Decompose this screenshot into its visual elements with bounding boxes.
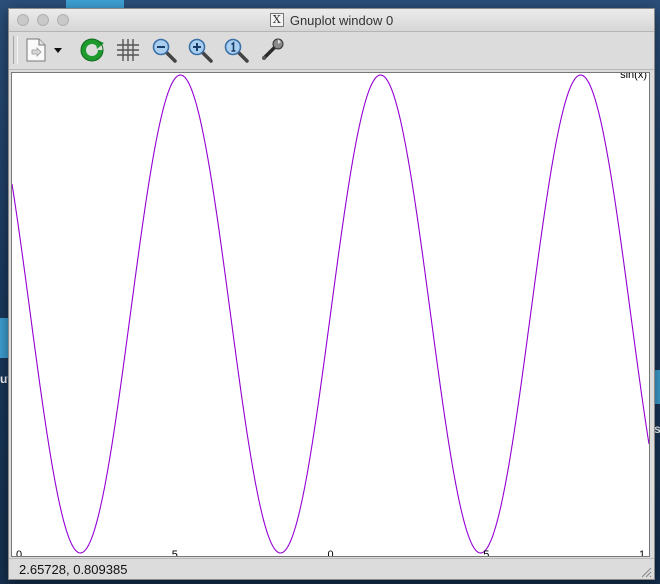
resize-grip-icon[interactable] <box>640 566 652 578</box>
x-tick-label: 0 <box>16 549 22 556</box>
export-button[interactable] <box>21 36 51 64</box>
plot-svg: 0 5 0 5 1 sin(x) <box>12 73 649 556</box>
zoom-reset-icon <box>224 38 249 63</box>
x-tick-label: 1 <box>639 549 645 556</box>
x-tick-label: 5 <box>172 549 178 556</box>
export-menu-arrow[interactable] <box>51 36 65 64</box>
x11-app-icon: X <box>269 13 284 27</box>
zoom-in-icon <box>188 38 213 63</box>
replot-button[interactable] <box>77 36 107 64</box>
grid-icon <box>117 39 139 61</box>
triangle-down-icon <box>54 48 62 53</box>
export-page-icon <box>26 38 46 62</box>
title-group: X Gnuplot window 0 <box>9 9 654 31</box>
zoom-previous-button[interactable] <box>149 36 179 64</box>
title-bar[interactable]: X Gnuplot window 0 <box>9 9 654 32</box>
autoscale-button[interactable] <box>221 36 251 64</box>
plot-canvas[interactable]: 0 5 0 5 1 sin(x) <box>11 72 650 557</box>
status-bar: 2.65728, 0.809385 <box>9 558 654 579</box>
toolbar-grip[interactable] <box>13 36 18 64</box>
grid-button[interactable] <box>113 36 143 64</box>
toolbar <box>9 32 654 70</box>
refresh-icon <box>80 38 105 62</box>
zoom-out-icon <box>152 38 177 63</box>
x-tick-label: 5 <box>483 549 489 556</box>
settings-button[interactable] <box>257 36 287 64</box>
desktop-dock-strip <box>66 0 124 8</box>
desktop-side-strip <box>0 318 8 358</box>
mouse-coordinates: 2.65728, 0.809385 <box>19 562 128 577</box>
legend-label: sin(x) <box>620 73 647 81</box>
gnuplot-window: X Gnuplot window 0 0 5 0 5 1 sin(x) 2.65… <box>8 8 655 580</box>
zoom-next-button[interactable] <box>185 36 215 64</box>
x-tick-label: 0 <box>327 549 333 556</box>
window-title: Gnuplot window 0 <box>289 12 394 28</box>
wrench-icon <box>262 38 284 60</box>
